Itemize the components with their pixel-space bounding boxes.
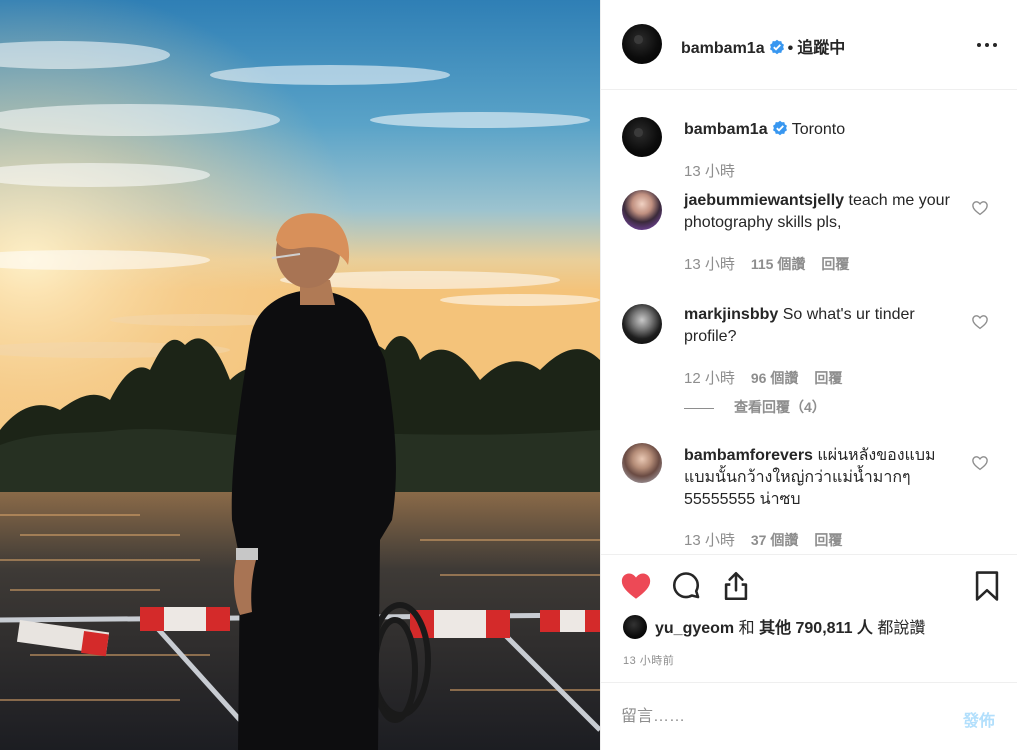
liker-username[interactable]: yu_gyeom <box>655 620 734 637</box>
view-replies-label: 查看回覆（4） <box>734 399 826 415</box>
comment-time: 13 小時 <box>684 256 735 273</box>
comment-bubble-icon[interactable] <box>669 569 703 603</box>
caption-time: 13 小時 <box>684 163 735 180</box>
likes-summary: yu_gyeom 和 其他 790,811 人 都說讚 <box>623 614 925 639</box>
comment-time: 12 小時 <box>684 370 735 387</box>
more-options-icon[interactable] <box>973 34 1001 54</box>
post-comment-button[interactable]: 發佈 <box>963 707 995 731</box>
comment-input[interactable] <box>621 705 941 729</box>
comment-likes[interactable]: 37 個讚 <box>751 532 798 548</box>
comment-author[interactable]: jaebummiewantsjelly <box>684 192 844 209</box>
likes-others-count[interactable]: 其他 790,811 人 <box>759 620 873 637</box>
reply-button[interactable]: 回覆 <box>814 532 842 548</box>
comment-time: 13 小時 <box>684 532 735 549</box>
view-replies-line <box>684 407 714 409</box>
sunset-boat-photo <box>0 0 600 750</box>
post-header: bambam1a • 追蹤中 <box>601 0 1017 90</box>
reply-button[interactable]: 回覆 <box>814 370 842 386</box>
comment-composer: 發佈 <box>601 682 1017 750</box>
caption-text: Toronto <box>791 121 846 138</box>
comment-likes[interactable]: 96 個讚 <box>751 370 798 386</box>
commenter-avatar[interactable] <box>622 304 662 344</box>
heart-outline-icon[interactable] <box>971 454 989 472</box>
bookmark-icon[interactable] <box>970 569 1004 603</box>
author-avatar[interactable] <box>622 24 662 64</box>
follow-status-button[interactable]: 追蹤中 <box>797 40 845 57</box>
liker-avatar[interactable] <box>623 615 647 639</box>
likes-suffix: 都說讚 <box>877 620 926 637</box>
heart-outline-icon[interactable] <box>971 313 989 331</box>
reply-button[interactable]: 回覆 <box>821 256 849 272</box>
heart-filled-icon[interactable] <box>619 569 653 603</box>
posted-time[interactable]: 13 小時前 <box>623 652 674 668</box>
post-detail-panel: bambam1a • 追蹤中 bambam1a Toronto 13 小時 jaeb… <box>600 0 1017 750</box>
verified-badge-icon <box>772 120 787 136</box>
follow-separator: • <box>787 40 794 57</box>
author-username[interactable]: bambam1a <box>681 40 765 57</box>
heart-outline-icon[interactable] <box>971 199 989 217</box>
post-photo[interactable] <box>0 0 600 750</box>
view-replies-button[interactable]: 查看回覆（4） <box>684 397 826 417</box>
comment-likes[interactable]: 115 個讚 <box>751 256 805 272</box>
likes-connector: 和 <box>738 620 755 637</box>
author-avatar-small[interactable] <box>622 117 662 157</box>
action-bar <box>601 554 1017 614</box>
commenter-avatar[interactable] <box>622 190 662 230</box>
comment-author[interactable]: bambamforevers <box>684 447 813 464</box>
commenter-avatar[interactable] <box>622 443 662 483</box>
comment-author[interactable]: markjinsbby <box>684 306 778 323</box>
verified-badge-icon <box>769 39 784 55</box>
caption-author[interactable]: bambam1a <box>684 121 768 138</box>
share-icon[interactable] <box>719 569 753 603</box>
comments-section[interactable]: bambam1a Toronto 13 小時 jaebummiewantsjel… <box>601 91 1017 554</box>
